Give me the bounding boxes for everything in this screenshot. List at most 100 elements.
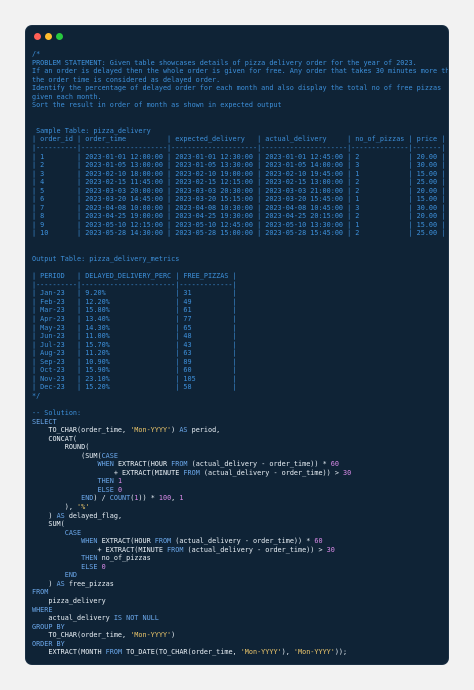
comment-line: | Aug-23 | 11.20% | 63 | [32,349,237,358]
sql-token: 60 [330,460,339,469]
comment-line [32,118,444,127]
comment-line: | 6 | 2023-03-20 14:45:00 | 2023-03-20 1… [32,195,446,204]
sql-token: 30 [343,468,352,477]
comment-line: the order time is considered as delayed … [32,75,221,84]
sql-line: pizza_delivery [32,597,444,606]
comment-line: | 1 | 2023-01-01 12:00:00 | 2023-01-01 1… [32,152,446,161]
sql-line: THEN no_of_pizzas [32,554,444,563]
sql-line: SUM( [32,520,444,529]
sql-token: EXTRACT(MONTH [32,648,106,657]
code-window: /* PROBLEM STATEMENT: Given table showcas… [26,26,448,664]
comment-line: /* [32,50,41,58]
sql-token: delayed_flag, [64,511,123,520]
sql-line: FROM [32,588,444,597]
sql-token: THEN [97,477,114,486]
comment-line: | 5 | 2023-03-03 20:00:00 | 2023-03-03 2… [32,186,446,195]
sql-line: ELSE 0 [32,486,444,495]
sql-token: ELSE [81,562,98,571]
comment-line: | PERIOD | DELAYED_DELIVERY_PERC | FREE_… [32,272,237,281]
sql-line: TO_CHAR(order_time, 'Mon-YYYY') [32,631,444,640]
sql-line: THEN 1 [32,477,444,486]
sql-token: COUNT [109,494,131,503]
sql-line: CASE [32,529,444,538]
sql-token: AS [56,511,65,520]
sql-token: TO_CHAR(order_time, [32,426,131,435]
sql-line: + EXTRACT(MINUTE FROM (actual_delivery -… [32,546,444,555]
comment-line: | 8 | 2023-04-25 19:00:00 | 2023-04-25 1… [32,212,446,221]
comment-line: Sort the result in order of month as sho… [32,101,282,110]
comment-line: If an order is delayed then the whole or… [32,67,448,76]
sql-line: CONCAT( [32,435,444,444]
sql-token: free_pizzas [64,579,114,588]
sql-token: 100 [158,494,172,503]
sql-token: WHEN [81,537,98,546]
sql-token: EXTRACT(HOUR [97,537,155,546]
sql-token: FROM [171,460,188,469]
sql-line: ) AS free_pizzas [32,580,444,589]
sql-token: (actual_delivery - order_time)) > [199,468,344,477]
sql-token: ) [32,579,57,588]
sql-line: GROUP BY [32,623,444,632]
sql-line: WHERE [32,606,444,615]
sql-token: EXTRACT(HOUR [113,460,172,469]
sql-token: (actual_delivery - order_time)) > [183,545,327,554]
sql-token: (SUM( [32,451,102,460]
sql-token: '%' [77,502,90,511]
window-controls [34,33,63,40]
sql-token: ROUND( [32,443,90,452]
sql-token: pizza_delivery [32,597,106,605]
sql-token: FROM [154,537,172,546]
comment-line: | Oct-23 | 15.90% | 60 | [32,366,237,375]
sql-token: 0 [117,485,123,494]
comment-line: | 3 | 2023-02-10 18:00:00 | 2023-02-10 1… [32,169,446,178]
sql-token: FROM [183,468,200,477]
sql-token: period, [187,426,221,435]
sql-token: FROM [167,545,184,554]
comment-line: | Nov-23 | 23.10% | 105 | [32,374,237,383]
sql-line: WHEN EXTRACT(HOUR FROM (actual_delivery … [32,460,444,469]
comment-line: | Jan-23 | 9.20% | 31 | [32,289,237,298]
sql-token: 60 [314,537,323,546]
sql-token: 'Mon-YYYY' [293,648,335,657]
comment-line: */ [32,391,41,400]
comment-line: | 4 | 2023-02-15 11:45:00 | 2023-02-15 1… [32,178,446,187]
comment-line: PROBLEM STATEMENT: Given table showcases… [32,58,417,67]
sql-token: GROUP BY [32,622,65,631]
comment-line: |----------|-----------------------|----… [32,280,237,289]
sql-token: 'Mon-YYYY' [240,648,282,657]
comment-line [32,400,444,409]
sql-line: ELSE 0 [32,563,444,572]
comment-line: | Dec-23 | 15.20% | 58 | [32,383,237,392]
close-dot-icon[interactable] [34,33,41,40]
maximize-dot-icon[interactable] [56,33,63,40]
comment-line: | Jun-23 | 11.00% | 48 | [32,332,237,341]
sql-line: (SUM(CASE [32,452,444,461]
comment-line: | order_id | order_time | expected_deliv… [32,135,446,144]
sql-token: 1 [117,477,123,486]
sql-token: 'Mon-YYYY' [130,631,172,640]
comment-line: | Feb-23 | 12.20% | 49 | [32,297,237,306]
comment-line: | May-23 | 14.30% | 65 | [32,323,237,332]
sql-token: )); [334,648,348,657]
sql-token: WHERE [32,605,53,614]
sql-token: (actual_delivery - order_time)) * [171,537,315,546]
sql-token: actual_delivery [32,614,114,623]
sql-token: -- Solution: [32,408,82,417]
sql-token: SELECT [32,417,57,426]
minimize-dot-icon[interactable] [45,33,52,40]
sql-token: FROM [105,648,123,657]
sql-line: TO_CHAR(order_time, 'Mon-YYYY') AS perio… [32,426,444,435]
sql-token: 'Mon-YYYY' [130,426,172,435]
sql-token: CONCAT( [32,434,78,443]
comment-line: | Mar-23 | 15.80% | 61 | [32,306,237,315]
sql-token: + EXTRACT(MINUTE [32,468,184,477]
sql-token: SUM( [32,520,65,529]
sql-token: AS [56,579,65,588]
sql-token: ), [281,648,294,657]
code-editor[interactable]: /* PROBLEM STATEMENT: Given table showcas… [32,50,448,657]
